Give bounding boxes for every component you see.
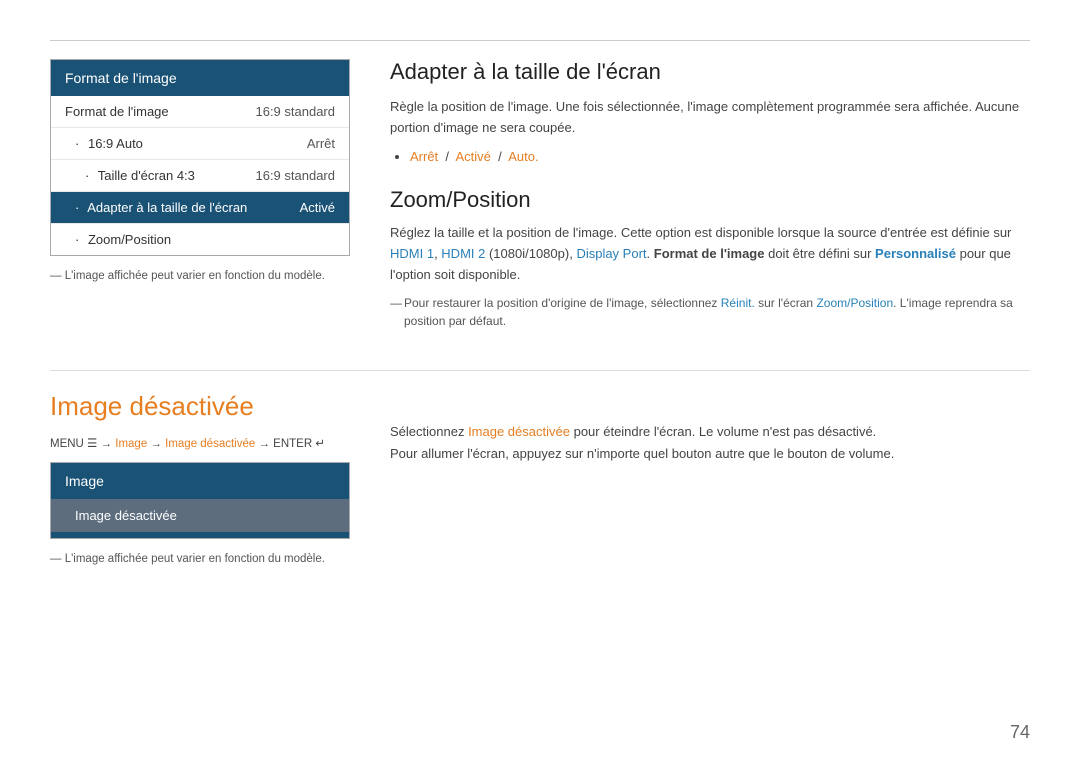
link-personnalise[interactable]: Personnalisé [875, 246, 956, 261]
adapter-title: Adapter à la taille de l'écran [390, 59, 1030, 85]
menu-item-label: · Taille d'écran 4:3 [85, 168, 195, 183]
menu-item-value: Arrêt [307, 136, 335, 151]
zoom-note: Pour restaurer la position d'origine de … [390, 294, 1030, 330]
link-reinit[interactable]: Réinit. [721, 296, 755, 310]
link-hdmi2[interactable]: HDMI 2 [441, 246, 485, 261]
top-section: Format de l'image Format de l'image 16:9… [50, 59, 1030, 330]
menu-item-zoom[interactable]: · Zoom/Position [51, 224, 349, 255]
link-zoom-position[interactable]: Zoom/Position [816, 296, 893, 310]
menu-path: MENU ☰ → Image → Image désactivée → ENTE… [50, 436, 350, 450]
link-image-desactivee2[interactable]: Image désactivée [468, 424, 570, 439]
dot-icon: · [75, 200, 79, 215]
menu-item-label: · Adapter à la taille de l'écran [75, 200, 247, 215]
bottom-right: Sélectionnez Image désactivée Sélectionn… [390, 391, 1030, 565]
zoom-body: Réglez la taille et la position de l'ima… [390, 223, 1030, 285]
link-hdmi1[interactable]: HDMI 1 [390, 246, 434, 261]
menu-item-value: 16:9 standard [255, 168, 335, 183]
dot-icon: · [85, 168, 89, 183]
image-menu-box: Image Image désactivée [50, 462, 350, 539]
link-arret[interactable]: Arrêt [410, 149, 438, 164]
right-content: Adapter à la taille de l'écran Règle la … [390, 59, 1030, 330]
menu-item-auto[interactable]: · 16:9 Auto Arrêt [51, 128, 349, 160]
menu-header: Format de l'image [51, 60, 349, 96]
bottom-footer-note: — L'image affichée peut varier en foncti… [50, 553, 350, 565]
bottom-right-line2: Pour allumer l'écran, appuyez sur n'impo… [390, 443, 1030, 465]
menu-item-taille[interactable]: · Taille d'écran 4:3 16:9 standard [51, 160, 349, 192]
link-active[interactable]: Activé [456, 149, 491, 164]
left-menu-wrapper: Format de l'image Format de l'image 16:9… [50, 59, 350, 330]
bottom-menu-header: Image [51, 463, 349, 499]
menu-item-value: Activé [300, 200, 335, 215]
page-number: 74 [1010, 722, 1030, 743]
bottom-right-line1: Sélectionnez Image désactivée Sélectionn… [390, 421, 1030, 443]
link-image-desactivee[interactable]: Image désactivée [165, 438, 255, 450]
top-rule [50, 40, 1030, 41]
menu-item-label: Format de l'image [65, 104, 169, 119]
adapter-body: Règle la position de l'image. Une fois s… [390, 97, 1030, 139]
link-displayport[interactable]: Display Port [576, 246, 646, 261]
menu-item-adapter[interactable]: · Adapter à la taille de l'écran Activé [51, 192, 349, 224]
menu-item-label: · 16:9 Auto [75, 136, 143, 151]
bottom-section: Image désactivée MENU ☰ → Image → Image … [50, 391, 1030, 565]
menu-footer-note: — L'image affichée peut varier en foncti… [50, 270, 350, 282]
format-image-menu: Format de l'image Format de l'image 16:9… [50, 59, 350, 256]
link-auto[interactable]: Auto. [508, 149, 538, 164]
menu-item-value: 16:9 standard [255, 104, 335, 119]
dot-icon: · [75, 232, 79, 247]
zoom-title: Zoom/Position [390, 187, 1030, 213]
dot-icon: · [75, 136, 79, 151]
bottom-menu-item[interactable]: Image désactivée [51, 499, 349, 532]
menu-item-format[interactable]: Format de l'image 16:9 standard [51, 96, 349, 128]
adapter-bullet-item: Arrêt / Activé / Auto. [410, 147, 1030, 168]
menu-item-label: · Zoom/Position [75, 232, 171, 247]
format-label: Format de l'image [654, 246, 765, 261]
bottom-menu-accent-bar [51, 532, 349, 538]
link-image[interactable]: Image [115, 438, 147, 450]
mid-rule [50, 370, 1030, 371]
image-desactivee-title: Image désactivée [50, 391, 350, 422]
bottom-left: Image désactivée MENU ☰ → Image → Image … [50, 391, 350, 565]
adapter-bullet-list: Arrêt / Activé / Auto. [410, 147, 1030, 168]
